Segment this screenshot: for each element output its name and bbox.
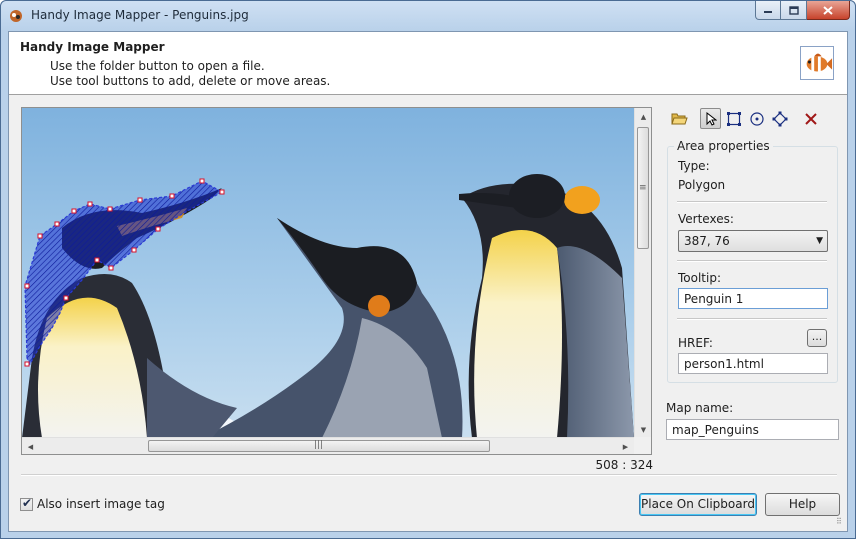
divider	[677, 260, 827, 262]
client-area: Handy Image Mapper Use the folder button…	[8, 31, 848, 532]
vertexes-selected-value: 387, 76	[684, 234, 730, 248]
penguins-image[interactable]	[22, 108, 634, 438]
tooltip-label: Tooltip:	[678, 271, 722, 285]
minimize-button[interactable]	[755, 1, 781, 20]
vertical-scroll-thumb[interactable]: ≡	[637, 127, 649, 249]
open-folder-icon	[671, 113, 688, 125]
scroll-corner	[634, 437, 651, 454]
scroll-left-icon[interactable]: ◀	[22, 438, 39, 454]
maximize-icon	[788, 5, 799, 15]
grip-icon: ≡	[639, 183, 647, 193]
tooltip-input[interactable]: Penguin 1	[678, 288, 828, 309]
delete-area-button[interactable]	[800, 108, 821, 129]
header-panel: Handy Image Mapper Use the folder button…	[9, 32, 847, 95]
divider	[677, 318, 827, 320]
close-button[interactable]	[807, 1, 850, 20]
pointer-icon	[706, 111, 717, 126]
vertexes-label: Vertexes:	[678, 212, 734, 226]
polygon-icon	[772, 111, 787, 126]
place-on-clipboard-button[interactable]: Place On Clipboard	[639, 493, 757, 516]
divider	[677, 201, 827, 203]
caption-buttons	[755, 1, 850, 20]
type-label: Type:	[678, 159, 710, 173]
header-title: Handy Image Mapper	[20, 40, 165, 54]
resize-grip-icon[interactable]: ⠿	[836, 518, 846, 530]
href-input[interactable]: person1.html	[678, 353, 828, 374]
help-button[interactable]: Help	[765, 493, 840, 516]
circle-icon	[749, 111, 764, 126]
scroll-up-icon[interactable]: ▲	[635, 108, 651, 125]
map-name-input[interactable]: map_Penguins	[666, 419, 839, 440]
rectangle-icon	[726, 111, 741, 126]
insert-image-tag-checkbox[interactable]: ✔	[20, 496, 33, 511]
chevron-down-icon: ▼	[816, 236, 823, 246]
scroll-down-icon[interactable]: ▼	[635, 421, 651, 438]
cursor-coordinates: 508 : 324	[595, 458, 653, 472]
close-icon	[823, 5, 833, 15]
image-viewport[interactable]: ▲ ≡ ▼ ◀ ||| ▶	[21, 107, 652, 455]
header-instruction-1: Use the folder button to open a file.	[50, 59, 265, 73]
href-label: HREF:	[678, 336, 713, 350]
area-properties-legend: Area properties	[674, 139, 773, 153]
app-window: Handy Image Mapper - Penguins.jpg Handy …	[0, 0, 856, 539]
rectangle-tool-button[interactable]	[723, 108, 744, 129]
checkmark-icon: ✔	[22, 496, 33, 510]
minimize-icon	[764, 11, 772, 13]
polygon-tool-button[interactable]	[769, 108, 790, 129]
maximize-button[interactable]	[781, 1, 807, 20]
select-tool-button[interactable]	[700, 108, 721, 129]
vertical-scrollbar[interactable]: ▲ ≡ ▼	[634, 108, 651, 438]
horizontal-scrollbar[interactable]: ◀ ||| ▶	[22, 437, 634, 454]
open-file-button[interactable]	[669, 108, 690, 129]
circle-tool-button[interactable]	[746, 108, 767, 129]
window-title: Handy Image Mapper - Penguins.jpg	[31, 8, 249, 22]
grip-icon: |||	[314, 440, 324, 450]
scroll-right-icon[interactable]: ▶	[617, 438, 634, 454]
href-browse-button[interactable]: ...	[807, 329, 827, 347]
insert-image-tag-label[interactable]: Also insert image tag	[37, 497, 165, 511]
clownfish-logo-icon	[800, 46, 834, 80]
header-instruction-2: Use tool buttons to add, delete or move …	[50, 74, 331, 88]
app-icon	[10, 10, 22, 22]
vertexes-dropdown[interactable]: 387, 76 ▼	[678, 230, 828, 252]
horizontal-scroll-thumb[interactable]: |||	[148, 440, 490, 452]
title-bar[interactable]: Handy Image Mapper - Penguins.jpg	[1, 1, 855, 31]
bottom-divider	[21, 474, 837, 476]
map-name-label: Map name:	[666, 401, 734, 415]
type-value: Polygon	[678, 178, 726, 192]
delete-x-icon	[804, 112, 817, 125]
